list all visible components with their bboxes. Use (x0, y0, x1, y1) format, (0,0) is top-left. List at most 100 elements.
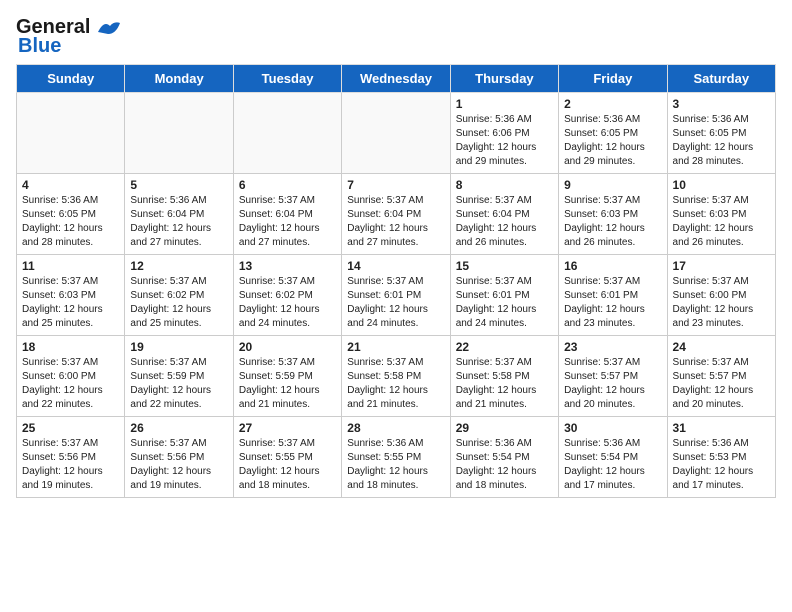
day-info: Sunrise: 5:37 AM Sunset: 6:04 PM Dayligh… (347, 194, 444, 250)
day-number: 18 (22, 340, 119, 354)
day-info: Sunrise: 5:37 AM Sunset: 5:57 PM Dayligh… (564, 356, 661, 412)
calendar-cell: 20Sunrise: 5:37 AM Sunset: 5:59 PM Dayli… (233, 336, 341, 417)
day-number: 31 (673, 421, 770, 435)
day-info: Sunrise: 5:37 AM Sunset: 5:57 PM Dayligh… (673, 356, 770, 412)
day-number: 14 (347, 259, 444, 273)
calendar-cell: 16 Sunrise: 5:37 AM Sunset: 6:01 PM Dayli… (559, 255, 667, 336)
day-number: 10 (673, 178, 770, 192)
day-info: Sunrise: 5:37 AM Sunset: 6:03 PM Dayligh… (564, 194, 661, 250)
day-info: Sunrise: 5:36 AM Sunset: 6:05 PM Dayligh… (22, 194, 119, 250)
day-number: 8 (456, 178, 553, 192)
day-number: 19 (130, 340, 227, 354)
day-info: Sunrise: 5:36 AM Sunset: 6:04 PM Dayligh… (130, 194, 227, 250)
calendar-cell (233, 93, 341, 174)
day-info: Sunrise: 5:37 AM Sunset: 5:59 PM Dayligh… (239, 356, 336, 412)
calendar-cell: 17 Sunrise: 5:37 AM Sunset: 6:00 PM Dayli… (667, 255, 775, 336)
day-number: 29 (456, 421, 553, 435)
day-info: Sunrise: 5:37 AM Sunset: 5:59 PM Dayligh… (130, 356, 227, 412)
day-info: Sunrise: 5:37 AM Sunset: 6:03 PM Dayligh… (673, 194, 770, 250)
calendar-cell: 15 Sunrise: 5:37 AM Sunset: 6:01 PM Dayli… (450, 255, 558, 336)
weekday-header-tuesday: Tuesday (233, 65, 341, 93)
day-info: Sunrise: 5:36 AM Sunset: 5:54 PM Dayligh… (456, 437, 553, 493)
day-number: 2 (564, 97, 661, 111)
calendar-cell: 2 Sunrise: 5:36 AM Sunset: 6:05 PM Daylig… (559, 93, 667, 174)
day-info: Sunrise: 5:37 AM Sunset: 6:01 PM Dayligh… (456, 275, 553, 331)
weekday-header-sunday: Sunday (17, 65, 125, 93)
calendar-cell (125, 93, 233, 174)
day-info: Sunrise: 5:37 AM Sunset: 5:58 PM Dayligh… (347, 356, 444, 412)
day-info: Sunrise: 5:36 AM Sunset: 6:05 PM Dayligh… (564, 113, 661, 169)
weekday-header-friday: Friday (559, 65, 667, 93)
day-info: Sunrise: 5:36 AM Sunset: 5:54 PM Dayligh… (564, 437, 661, 493)
day-info: Sunrise: 5:37 AM Sunset: 6:00 PM Dayligh… (22, 356, 119, 412)
day-number: 11 (22, 259, 119, 273)
calendar-cell: 3Sunrise: 5:36 AM Sunset: 6:05 PM Daylig… (667, 93, 775, 174)
day-number: 21 (347, 340, 444, 354)
calendar-cell: 12 Sunrise: 5:37 AM Sunset: 6:02 PM Dayli… (125, 255, 233, 336)
calendar: SundayMondayTuesdayWednesdayThursdayFrid… (16, 64, 776, 498)
day-number: 1 (456, 97, 553, 111)
day-info: Sunrise: 5:36 AM Sunset: 5:55 PM Dayligh… (347, 437, 444, 493)
day-number: 25 (22, 421, 119, 435)
calendar-cell: 29 Sunrise: 5:36 AM Sunset: 5:54 PM Dayli… (450, 417, 558, 498)
calendar-cell: 24 Sunrise: 5:37 AM Sunset: 5:57 PM Dayli… (667, 336, 775, 417)
day-number: 4 (22, 178, 119, 192)
calendar-cell: 28 Sunrise: 5:36 AM Sunset: 5:55 PM Dayli… (342, 417, 450, 498)
day-number: 24 (673, 340, 770, 354)
logo: General Blue (16, 16, 122, 58)
day-number: 15 (456, 259, 553, 273)
day-number: 7 (347, 178, 444, 192)
weekday-header-saturday: Saturday (667, 65, 775, 93)
calendar-cell: 19 Sunrise: 5:37 AM Sunset: 5:59 PM Dayli… (125, 336, 233, 417)
day-number: 3 (673, 97, 770, 111)
day-info: Sunrise: 5:37 AM Sunset: 6:02 PM Dayligh… (130, 275, 227, 331)
calendar-cell: 1 Sunrise: 5:36 AM Sunset: 6:06 PM Daylig… (450, 93, 558, 174)
calendar-cell: 10 Sunrise: 5:37 AM Sunset: 6:03 PM Dayli… (667, 174, 775, 255)
calendar-cell (17, 93, 125, 174)
day-number: 9 (564, 178, 661, 192)
day-info: Sunrise: 5:36 AM Sunset: 6:06 PM Dayligh… (456, 113, 553, 169)
calendar-cell: 26 Sunrise: 5:37 AM Sunset: 5:56 PM Dayli… (125, 417, 233, 498)
calendar-cell: 25 Sunrise: 5:37 AM Sunset: 5:56 PM Dayli… (17, 417, 125, 498)
calendar-cell: 23 Sunrise: 5:37 AM Sunset: 5:57 PM Dayli… (559, 336, 667, 417)
day-number: 26 (130, 421, 227, 435)
day-number: 5 (130, 178, 227, 192)
logo-bird-icon (94, 18, 122, 38)
day-number: 27 (239, 421, 336, 435)
calendar-cell: 31 Sunrise: 5:36 AM Sunset: 5:53 PM Dayli… (667, 417, 775, 498)
day-number: 6 (239, 178, 336, 192)
calendar-cell: 4 Sunrise: 5:36 AM Sunset: 6:05 PM Daylig… (17, 174, 125, 255)
day-info: Sunrise: 5:37 AM Sunset: 5:56 PM Dayligh… (130, 437, 227, 493)
calendar-cell: 27 Sunrise: 5:37 AM Sunset: 5:55 PM Dayli… (233, 417, 341, 498)
day-number: 13 (239, 259, 336, 273)
calendar-cell: 7 Sunrise: 5:37 AM Sunset: 6:04 PM Daylig… (342, 174, 450, 255)
calendar-cell: 11 Sunrise: 5:37 AM Sunset: 6:03 PM Dayli… (17, 255, 125, 336)
day-number: 17 (673, 259, 770, 273)
day-number: 12 (130, 259, 227, 273)
calendar-cell: 18 Sunrise: 5:37 AM Sunset: 6:00 PM Dayli… (17, 336, 125, 417)
day-info: Sunrise: 5:37 AM Sunset: 6:01 PM Dayligh… (564, 275, 661, 331)
calendar-cell: 13 Sunrise: 5:37 AM Sunset: 6:02 PM Dayli… (233, 255, 341, 336)
calendar-cell: 5 Sunrise: 5:36 AM Sunset: 6:04 PM Daylig… (125, 174, 233, 255)
day-info: Sunrise: 5:37 AM Sunset: 5:55 PM Dayligh… (239, 437, 336, 493)
day-info: Sunrise: 5:37 AM Sunset: 6:03 PM Dayligh… (22, 275, 119, 331)
day-number: 28 (347, 421, 444, 435)
day-info: Sunrise: 5:37 AM Sunset: 5:56 PM Dayligh… (22, 437, 119, 493)
calendar-cell: 22Sunrise: 5:37 AM Sunset: 5:58 PM Dayli… (450, 336, 558, 417)
day-info: Sunrise: 5:37 AM Sunset: 6:04 PM Dayligh… (239, 194, 336, 250)
day-info: Sunrise: 5:37 AM Sunset: 6:00 PM Dayligh… (673, 275, 770, 331)
day-info: Sunrise: 5:37 AM Sunset: 6:02 PM Dayligh… (239, 275, 336, 331)
weekday-header-thursday: Thursday (450, 65, 558, 93)
calendar-cell: 21 Sunrise: 5:37 AM Sunset: 5:58 PM Dayli… (342, 336, 450, 417)
calendar-cell: 6 Sunrise: 5:37 AM Sunset: 6:04 PM Daylig… (233, 174, 341, 255)
day-info: Sunrise: 5:37 AM Sunset: 6:04 PM Dayligh… (456, 194, 553, 250)
day-info: Sunrise: 5:36 AM Sunset: 5:53 PM Dayligh… (673, 437, 770, 493)
calendar-cell: 8 Sunrise: 5:37 AM Sunset: 6:04 PM Daylig… (450, 174, 558, 255)
day-number: 23 (564, 340, 661, 354)
day-number: 16 (564, 259, 661, 273)
calendar-cell: 14Sunrise: 5:37 AM Sunset: 6:01 PM Dayli… (342, 255, 450, 336)
calendar-cell (342, 93, 450, 174)
weekday-header-monday: Monday (125, 65, 233, 93)
calendar-cell: 9 Sunrise: 5:37 AM Sunset: 6:03 PM Daylig… (559, 174, 667, 255)
calendar-cell: 30Sunrise: 5:36 AM Sunset: 5:54 PM Dayli… (559, 417, 667, 498)
